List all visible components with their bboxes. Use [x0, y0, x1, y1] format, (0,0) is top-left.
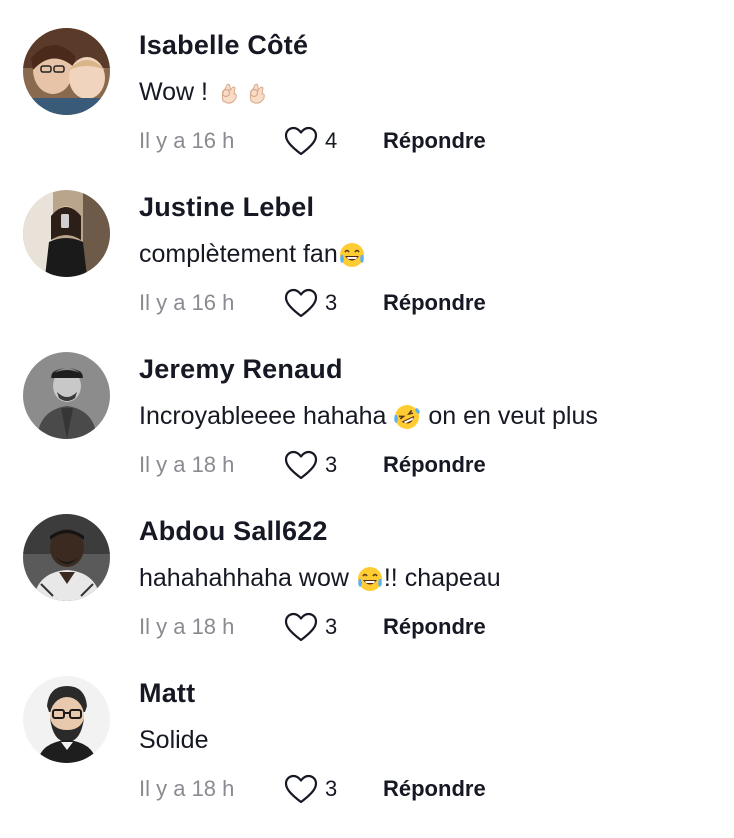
- comment-text-part: complètement fan: [139, 240, 338, 268]
- comment-text-part: on en veut plus: [421, 402, 598, 430]
- reply-button[interactable]: Répondre: [383, 290, 486, 316]
- comment-text: Wow !: [139, 78, 271, 107]
- like-count: 3: [325, 776, 338, 801]
- comment-text-part: hahahahhaha wow: [139, 564, 356, 592]
- avatar[interactable]: [23, 190, 110, 277]
- rolling-laughing-emoji-icon: [393, 403, 421, 431]
- reply-button[interactable]: Répondre: [383, 776, 486, 802]
- username[interactable]: Abdou Sall622: [139, 516, 328, 547]
- like-heart-icon[interactable]: [284, 774, 318, 806]
- avatar[interactable]: [23, 28, 110, 115]
- username[interactable]: Jeremy Renaud: [139, 354, 343, 385]
- like-count: 3: [325, 452, 338, 477]
- comment-text-part: !! chapeau: [383, 564, 501, 592]
- comment-item: Jeremy Renaud Incroyableeee hahaha on en…: [0, 352, 734, 514]
- reply-button[interactable]: Répondre: [383, 128, 486, 154]
- comment-text: complètement fan: [139, 240, 366, 269]
- comment-text: Incroyableeee hahaha on en veut plus: [139, 402, 598, 431]
- like-heart-icon[interactable]: [284, 450, 318, 482]
- comment-text: Solide: [139, 726, 209, 755]
- comment-meta: Il y a 16 h 3 Répondre: [139, 288, 639, 320]
- comment-meta: Il y a 16 h 4 Répondre: [139, 126, 639, 158]
- comment-text-part: Solide: [139, 726, 209, 754]
- comment-item: Matt Solide Il y a 18 h 3 Répondre: [0, 676, 734, 838]
- laughing-tears-emoji-icon: [338, 241, 366, 269]
- avatar[interactable]: [23, 514, 110, 601]
- like-count: 3: [325, 614, 338, 639]
- comment-item: Isabelle Côté Wow ! Il y a 16 h 4 Répond…: [0, 28, 734, 190]
- ok-hand-emoji-icon: [215, 79, 243, 107]
- username[interactable]: Matt: [139, 678, 195, 709]
- timestamp: Il y a 18 h: [139, 452, 235, 477]
- laughing-tears-emoji-icon: [356, 565, 384, 593]
- like-heart-icon[interactable]: [284, 288, 318, 320]
- comment-meta: Il y a 18 h 3 Répondre: [139, 450, 639, 482]
- timestamp: Il y a 16 h: [139, 128, 235, 153]
- like-count: 3: [325, 290, 338, 315]
- username[interactable]: Justine Lebel: [139, 192, 314, 223]
- comment-meta: Il y a 18 h 3 Répondre: [139, 612, 639, 644]
- like-count: 4: [325, 128, 338, 153]
- timestamp: Il y a 18 h: [139, 776, 235, 801]
- reply-button[interactable]: Répondre: [383, 452, 486, 478]
- comment-text-part: Incroyableeee hahaha: [139, 402, 394, 430]
- avatar[interactable]: [23, 352, 110, 439]
- comment-list: Isabelle Côté Wow ! Il y a 16 h 4 Répond…: [0, 0, 734, 822]
- reply-button[interactable]: Répondre: [383, 614, 486, 640]
- comment-text: hahahahhaha wow !! chapeau: [139, 564, 501, 593]
- username[interactable]: Isabelle Côté: [139, 30, 308, 61]
- comment-item: Justine Lebel complètement fan Il y a 16…: [0, 190, 734, 352]
- timestamp: Il y a 18 h: [139, 614, 235, 639]
- like-heart-icon[interactable]: [284, 612, 318, 644]
- like-heart-icon[interactable]: [284, 126, 318, 158]
- comment-meta: Il y a 18 h 3 Répondre: [139, 774, 639, 806]
- ok-hand-emoji-icon: [243, 79, 271, 107]
- avatar[interactable]: [23, 676, 110, 763]
- timestamp: Il y a 16 h: [139, 290, 235, 315]
- comment-item: Abdou Sall622 hahahahhaha wow !! chapeau…: [0, 514, 734, 676]
- comment-text-part: Wow !: [139, 78, 215, 106]
